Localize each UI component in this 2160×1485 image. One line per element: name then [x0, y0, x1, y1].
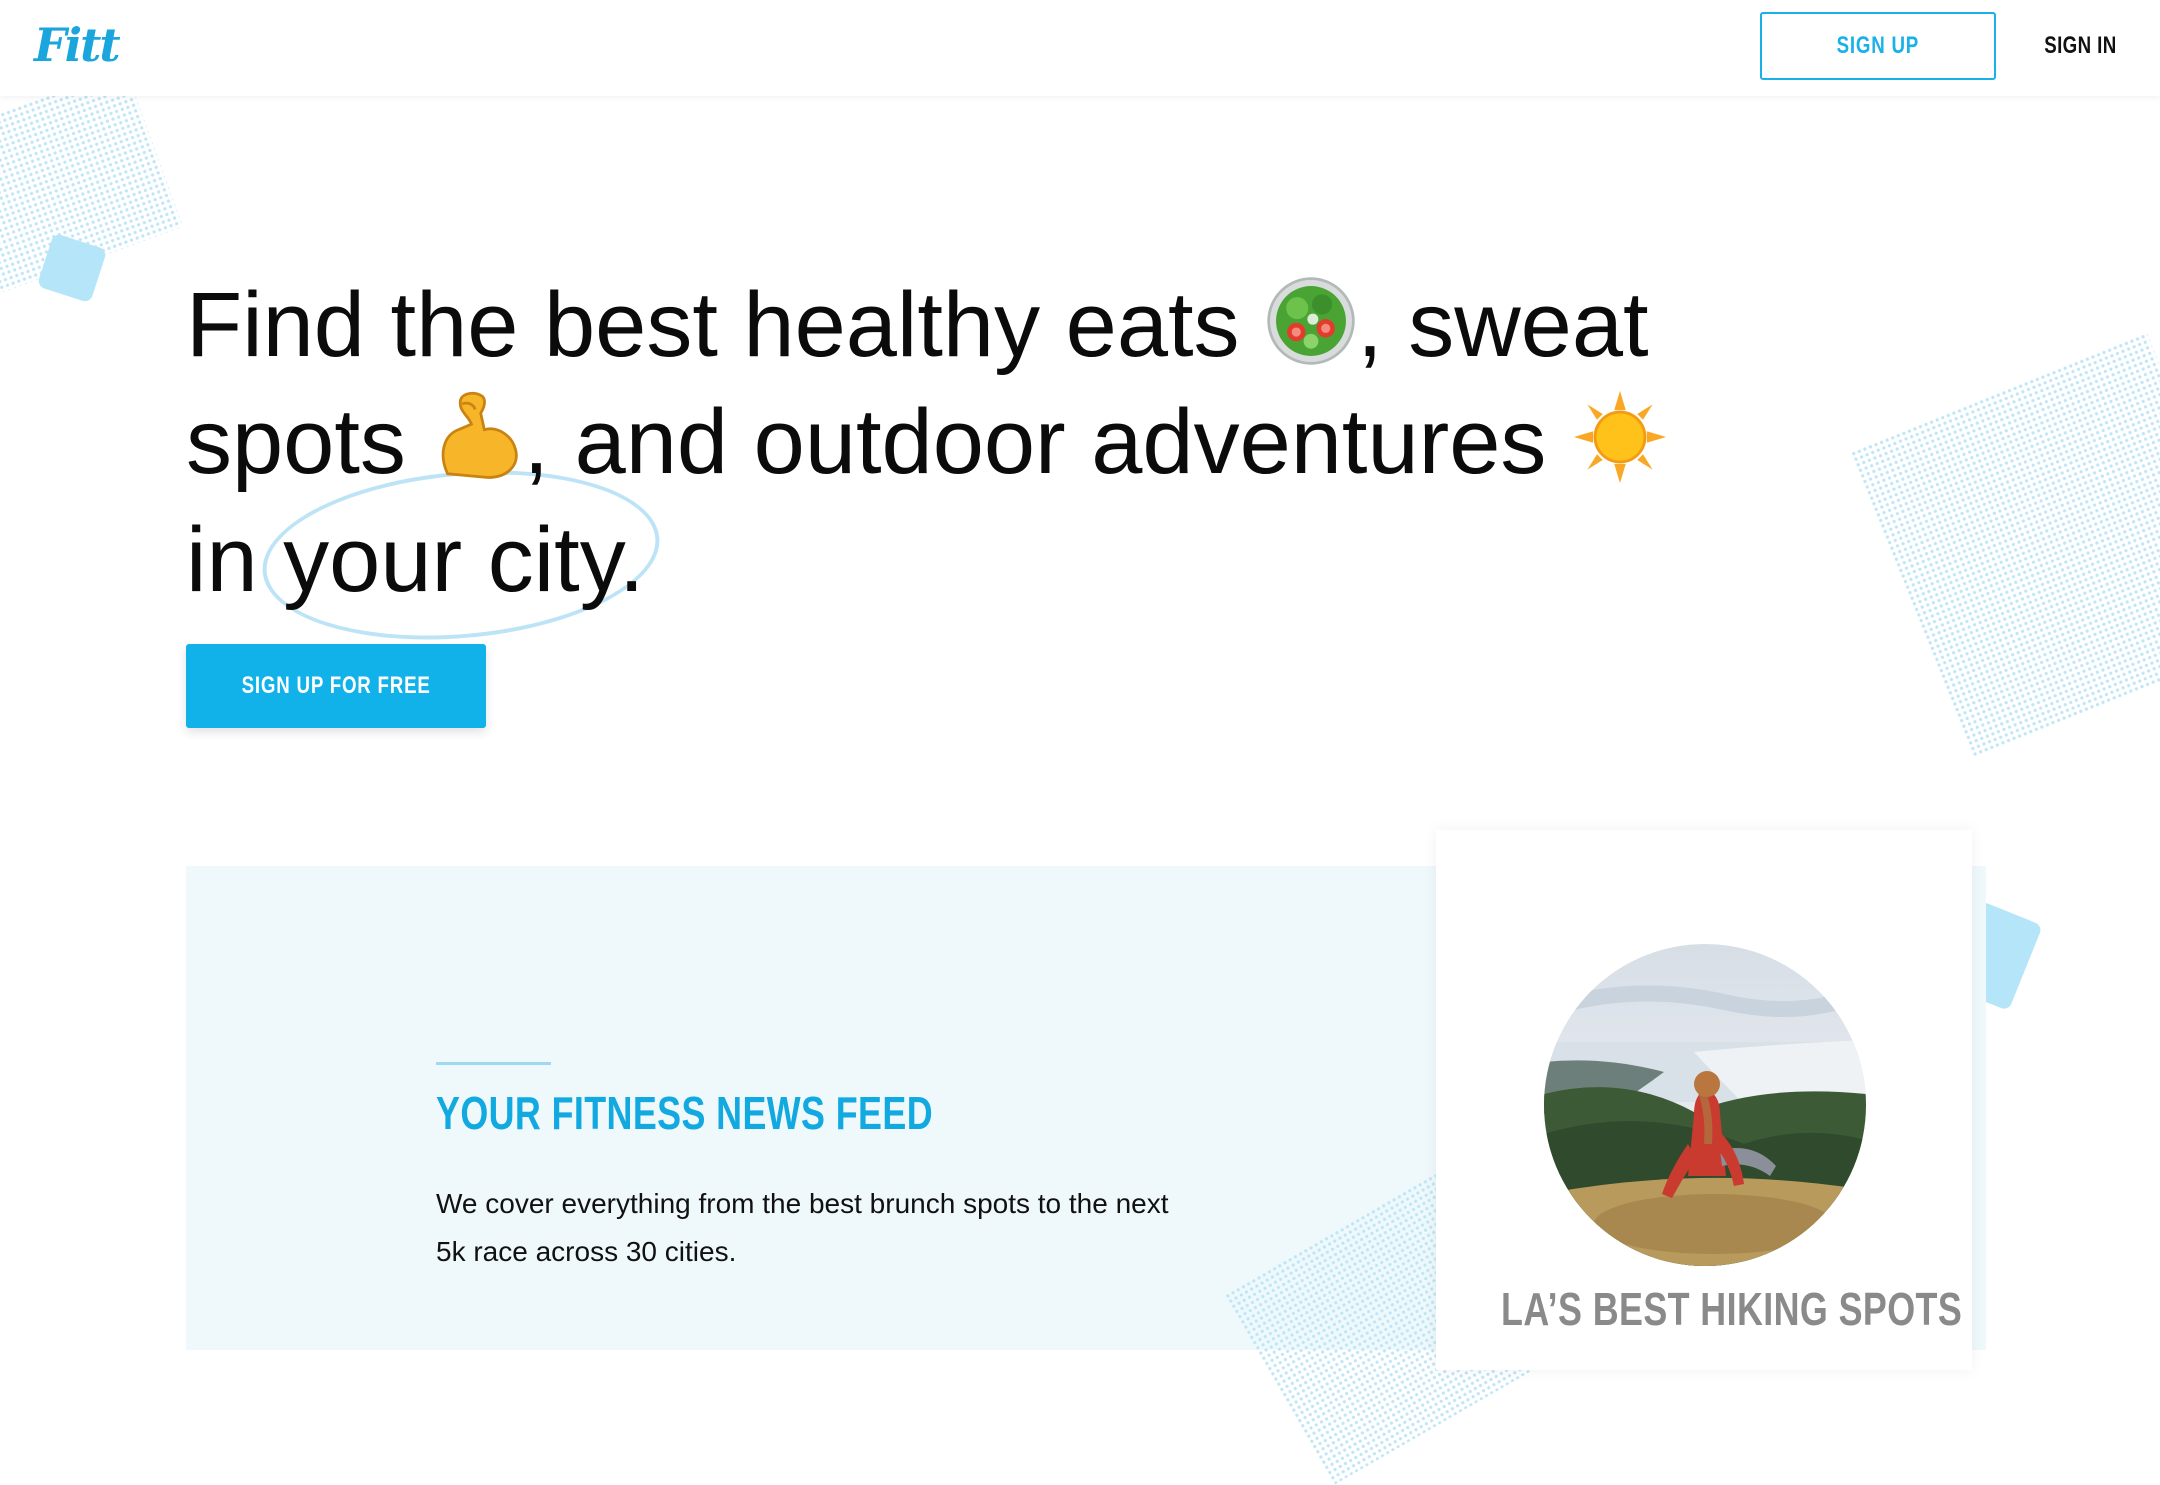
- fitt-logo[interactable]: Fitt: [34, 18, 121, 72]
- hiking-spots-card[interactable]: LA’S BEST HIKING SPOTS: [1436, 830, 1972, 1370]
- headline-line-3-start: in: [186, 509, 284, 612]
- headline-line-1: Find the best healthy eats: [186, 274, 1240, 376]
- card-title: LA’S BEST HIKING SPOTS: [1436, 1282, 1972, 1336]
- accent-line: [436, 1062, 551, 1065]
- flexed-biceps-icon: [431, 389, 523, 507]
- feature-title: YOUR FITNESS NEWS FEED: [436, 1087, 933, 1139]
- feature-description: We cover everything from the best brunch…: [436, 1188, 1169, 1267]
- card-title-text: LA’S BEST HIKING SPOTS: [1501, 1283, 1963, 1335]
- hiking-photo: [1544, 944, 1866, 1266]
- headline-line-3-end: .: [618, 509, 645, 612]
- sign-in-link[interactable]: SIGN IN: [2030, 12, 2130, 80]
- dot-pattern-right: [1849, 332, 2160, 758]
- sign-up-label: SIGN UP: [1836, 32, 1920, 59]
- headline-line-2-start: spots: [186, 390, 406, 493]
- hero-headline: Find the best healthy eats , sweat spots…: [186, 272, 1786, 613]
- headline-line-2-mid: , and outdoor adventures: [523, 390, 1547, 493]
- headline-line-1-tail: , sweat: [1357, 274, 1649, 376]
- sign-in-label: SIGN IN: [2043, 32, 2117, 59]
- headline-circled-text: your city: [283, 509, 619, 612]
- salad-icon: [1265, 275, 1357, 389]
- sign-up-button[interactable]: SIGN UP: [1760, 12, 1996, 80]
- sign-up-for-free-button[interactable]: SIGN UP FOR FREE: [186, 644, 486, 728]
- sun-icon: [1572, 389, 1668, 507]
- cta-label: SIGN UP FOR FREE: [241, 672, 431, 699]
- top-navigation-bar: Fitt SIGN UP SIGN IN: [0, 0, 2160, 96]
